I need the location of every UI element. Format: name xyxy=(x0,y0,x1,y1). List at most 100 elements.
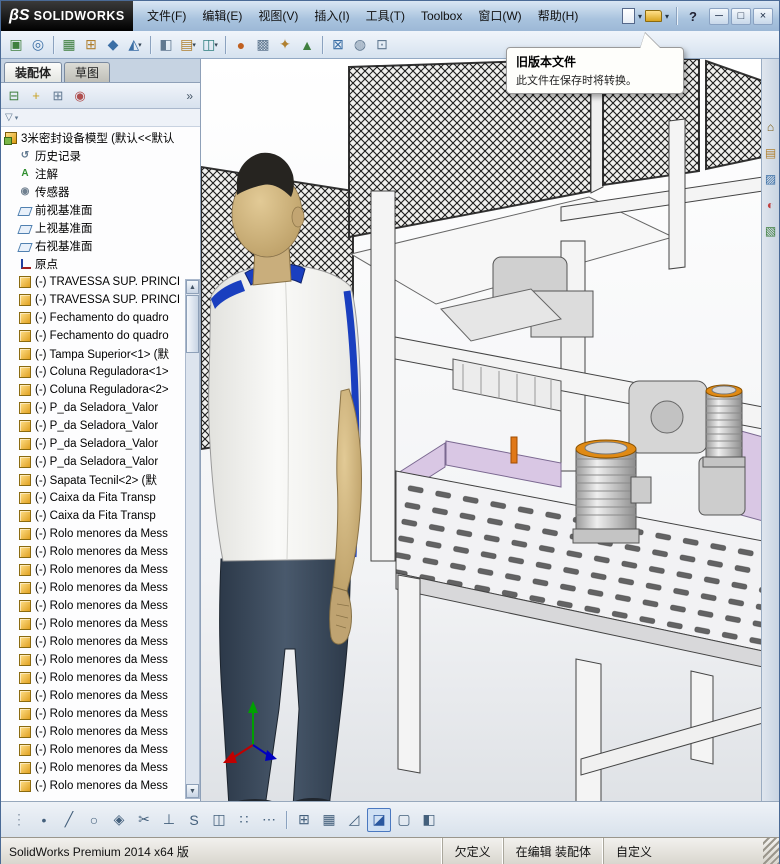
tree-item[interactable]: (-) P_da Seladora_Valor xyxy=(1,417,200,435)
tree-item[interactable]: A 注解 xyxy=(1,165,200,183)
tree-item[interactable]: (-) P_da Seladora_Valor xyxy=(1,399,200,417)
tree-item[interactable]: (-) Tampa Superior<1> (默 xyxy=(1,345,200,363)
assembly-features-icon[interactable]: ▤ ▾ xyxy=(177,34,199,56)
tree-item[interactable]: 原点 xyxy=(1,255,200,273)
circle-icon[interactable]: ○ xyxy=(82,808,106,832)
filter-caret-icon[interactable]: ▾ xyxy=(15,114,19,122)
instant3d-icon[interactable]: ▲ xyxy=(296,34,318,56)
spline-icon[interactable]: S xyxy=(182,808,206,832)
mesh-fence-corner[interactable] xyxy=(705,59,763,171)
tree-item[interactable]: (-) Rolo menores da Mess xyxy=(1,705,200,723)
tree-item[interactable]: (-) Rolo menores da Mess xyxy=(1,543,200,561)
close-button[interactable]: × xyxy=(753,7,773,25)
grid-icon[interactable]: ▦ xyxy=(317,808,341,832)
mirror-entities-icon[interactable]: ◫ xyxy=(207,808,231,832)
tree-item[interactable]: (-) P_da Seladora_Valor xyxy=(1,435,200,453)
perpendicular-icon[interactable]: ⊥ xyxy=(157,808,181,832)
new-document-icon[interactable] xyxy=(622,8,636,24)
tree-item[interactable]: (-) Caixa da Fita Transp xyxy=(1,489,200,507)
menu-file[interactable]: 文件(F) xyxy=(139,1,194,31)
zoom-fit-icon[interactable]: ⊞ xyxy=(292,808,316,832)
tree-item[interactable]: (-) Rolo menores da Mess xyxy=(1,777,200,795)
tree-item[interactable]: (-) Rolo menores da Mess xyxy=(1,525,200,543)
tab-assembly[interactable]: 装配体 xyxy=(4,62,63,82)
mass-properties-icon[interactable]: ⊡ xyxy=(371,34,393,56)
point-icon[interactable]: • xyxy=(32,808,56,832)
tree-item[interactable]: (-) Rolo menores da Mess xyxy=(1,669,200,687)
new-document-caret[interactable]: ▾ xyxy=(638,12,642,21)
tree-item[interactable]: ◉ 传感器 xyxy=(1,183,200,201)
tree-item[interactable]: 3米密封设备模型 (默认<<默认 xyxy=(1,129,200,147)
reference-geometry-icon[interactable]: ◫ ▾ xyxy=(199,34,221,56)
menu-toolbox[interactable]: Toolbox xyxy=(413,1,470,31)
tree-item[interactable]: (-) TRAVESSA SUP. PRINCI xyxy=(1,291,200,309)
tree-item[interactable]: (-) Fechamento do quadro xyxy=(1,327,200,345)
tree-item[interactable]: 上视基准面 xyxy=(1,219,200,237)
appearances-icon[interactable]: ◐ xyxy=(763,197,779,213)
displaymanager-icon[interactable]: ◉ xyxy=(70,86,90,106)
open-document-caret[interactable]: ▾ xyxy=(665,12,669,21)
menu-help[interactable]: 帮助(H) xyxy=(530,1,587,31)
tree-item[interactable]: (-) Fechamento do quadro xyxy=(1,309,200,327)
exploded-view-icon[interactable]: ✦ xyxy=(274,34,296,56)
tree-item[interactable]: (-) TRAVESSA SUP. PRINCI xyxy=(1,273,200,291)
tree-item[interactable]: (-) Coluna Reguladora<2> xyxy=(1,381,200,399)
propertymanager-icon[interactable]: + xyxy=(26,86,46,106)
configurationmanager-icon[interactable]: ⊞ xyxy=(48,86,68,106)
help-icon[interactable]: ? xyxy=(684,9,702,24)
menu-tools[interactable]: 工具(T) xyxy=(358,1,413,31)
section-view-icon[interactable]: ◧ xyxy=(417,808,441,832)
shaded-with-edges-icon[interactable]: ◪ xyxy=(367,807,391,832)
tree-item[interactable]: (-) Rolo menores da Mess xyxy=(1,561,200,579)
tree-item[interactable]: ↺ 历史记录 xyxy=(1,147,200,165)
tree-item[interactable]: (-) Rolo menores da Mess xyxy=(1,741,200,759)
tree-item[interactable]: (-) Rolo menores da Mess xyxy=(1,633,200,651)
featuremanager-tree-icon[interactable]: ⊟ xyxy=(4,86,24,106)
scroll-thumb[interactable] xyxy=(186,295,199,353)
mate-icon[interactable]: ◎ xyxy=(27,34,49,56)
linear-sketch-pattern-icon[interactable]: ∷ xyxy=(232,808,256,832)
tree-item[interactable]: (-) Rolo menores da Mess xyxy=(1,723,200,741)
scroll-down-arrow[interactable]: ▼ xyxy=(186,784,199,798)
scroll-up-arrow[interactable]: ▲ xyxy=(186,280,199,294)
tree-item[interactable]: (-) P_da Seladora_Valor xyxy=(1,453,200,471)
line-icon[interactable]: ╱ xyxy=(57,808,81,832)
tree-item[interactable]: (-) Rolo menores da Mess xyxy=(1,651,200,669)
new-motion-study-icon[interactable]: ● xyxy=(230,34,252,56)
resize-grip[interactable] xyxy=(763,838,779,864)
interference-detection-icon[interactable]: ⊠ xyxy=(327,34,349,56)
motor-2[interactable] xyxy=(702,384,746,468)
tree-item[interactable]: (-) Coluna Reguladora<1> xyxy=(1,363,200,381)
filter-funnel-icon[interactable]: ▽ xyxy=(5,112,13,123)
menu-view[interactable]: 视图(V) xyxy=(250,1,306,31)
maximize-button[interactable]: □ xyxy=(731,7,751,25)
tree-item[interactable]: (-) Rolo menores da Mess xyxy=(1,759,200,777)
custom-properties-icon[interactable]: ▧ xyxy=(763,223,779,239)
polygon-icon[interactable]: ◈ xyxy=(107,808,131,832)
ruler-icon[interactable]: ◿ xyxy=(342,808,366,832)
home-icon[interactable]: ⌂ xyxy=(763,119,779,135)
linear-component-pattern-icon[interactable]: ▦ xyxy=(58,34,80,56)
move-component-icon[interactable]: ◆ xyxy=(102,34,124,56)
toolbar-grip-icon[interactable]: ⋮ xyxy=(7,808,31,832)
tree-item[interactable]: 前视基准面 xyxy=(1,201,200,219)
smart-fasteners-icon[interactable]: ⊞ xyxy=(80,34,102,56)
tree-item[interactable]: (-) Rolo menores da Mess xyxy=(1,597,200,615)
open-document-icon[interactable] xyxy=(645,10,663,22)
more-tools-icon[interactable]: ⋯ xyxy=(257,808,281,832)
tree-item[interactable]: (-) Rolo menores da Mess xyxy=(1,615,200,633)
bill-of-materials-icon[interactable]: ▩ xyxy=(252,34,274,56)
show-hidden-components-icon[interactable]: ◧ xyxy=(155,34,177,56)
wireframe-icon[interactable]: ▢ xyxy=(392,808,416,832)
design-library-icon[interactable]: ▤ xyxy=(763,145,779,161)
rotate-component-icon[interactable]: ◭ ▾ xyxy=(124,34,146,56)
menu-window[interactable]: 窗口(W) xyxy=(470,1,529,31)
tree-item[interactable]: (-) Caixa da Fita Transp xyxy=(1,507,200,525)
tree-item[interactable]: (-) Rolo menores da Mess xyxy=(1,687,200,705)
tree-item[interactable]: (-) Rolo menores da Mess xyxy=(1,579,200,597)
tree-scrollbar[interactable]: ▲ ▼ xyxy=(185,279,200,799)
tree-item[interactable]: 右视基准面 xyxy=(1,237,200,255)
menu-edit[interactable]: 编辑(E) xyxy=(194,1,250,31)
insert-components-icon[interactable]: ▣ xyxy=(5,34,27,56)
trim-entities-icon[interactable]: ✂ xyxy=(132,808,156,832)
